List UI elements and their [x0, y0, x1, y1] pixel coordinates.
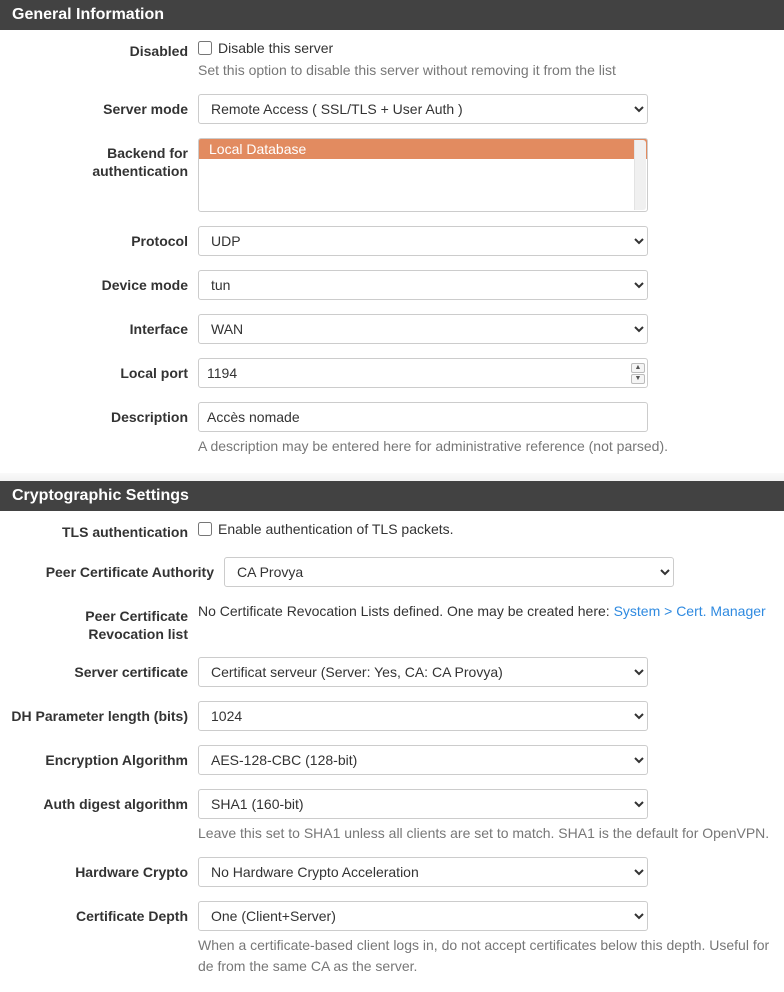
checkbox-tls-auth[interactable]: [198, 522, 212, 536]
listbox-backend-auth[interactable]: Local Database: [198, 138, 648, 212]
local-port-spinners: ▲ ▼: [631, 361, 645, 385]
heading-crypto-settings: Cryptographic Settings: [0, 481, 784, 511]
select-interface[interactable]: WAN: [198, 314, 648, 344]
select-device-mode[interactable]: tun: [198, 270, 648, 300]
panel-body-general: Disabled Disable this server Set this op…: [0, 30, 784, 463]
label-peer-ca: Peer Certificate Authority: [0, 557, 224, 581]
select-cert-depth[interactable]: One (Client+Server): [198, 901, 648, 931]
row-hardware-crypto: Hardware Crypto No Hardware Crypto Accel…: [0, 851, 784, 893]
row-tls-auth: TLS authentication Enable authentication…: [0, 511, 784, 547]
input-local-port[interactable]: [198, 358, 648, 388]
checkbox-label-tls-auth: Enable authentication of TLS packets.: [218, 521, 454, 537]
row-server-mode: Server mode Remote Access ( SSL/TLS + Us…: [0, 88, 784, 130]
row-local-port: Local port ▲ ▼: [0, 352, 784, 394]
label-device-mode: Device mode: [0, 270, 198, 294]
listbox-scrollbar[interactable]: [634, 140, 646, 210]
row-disabled: Disabled Disable this server Set this op…: [0, 30, 784, 86]
row-auth-digest: Auth digest algorithm SHA1 (160-bit) Lea…: [0, 783, 784, 849]
label-local-port: Local port: [0, 358, 198, 382]
row-encryption-algo: Encryption Algorithm AES-128-CBC (128-bi…: [0, 739, 784, 781]
row-dh-length: DH Parameter length (bits) 1024: [0, 695, 784, 737]
label-description: Description: [0, 402, 198, 426]
row-protocol: Protocol UDP: [0, 220, 784, 262]
listbox-option-local-database[interactable]: Local Database: [199, 139, 647, 159]
row-cert-depth: Certificate Depth One (Client+Server) Wh…: [0, 895, 784, 982]
label-auth-digest: Auth digest algorithm: [0, 789, 198, 813]
row-interface: Interface WAN: [0, 308, 784, 350]
label-backend-auth: Backend for authentication: [0, 138, 198, 180]
label-server-mode: Server mode: [0, 94, 198, 118]
checkbox-disable-server[interactable]: [198, 41, 212, 55]
peer-crl-text-before: No Certificate Revocation Lists defined.…: [198, 603, 614, 619]
section-spacer: [0, 473, 784, 481]
row-peer-ca: Peer Certificate Authority CA Provya: [0, 551, 784, 593]
row-peer-crl: Peer Certificate Revocation list No Cert…: [0, 595, 784, 649]
spinner-up-icon[interactable]: ▲: [631, 363, 645, 373]
select-encryption-algo[interactable]: AES-128-CBC (128-bit): [198, 745, 648, 775]
select-auth-digest[interactable]: SHA1 (160-bit): [198, 789, 648, 819]
text-peer-crl: No Certificate Revocation Lists defined.…: [198, 601, 774, 621]
row-backend-auth: Backend for authentication Local Databas…: [0, 132, 784, 218]
help-description: A description may be entered here for ad…: [198, 436, 774, 456]
label-server-cert: Server certificate: [0, 657, 198, 681]
input-description[interactable]: [198, 402, 648, 432]
label-peer-crl: Peer Certificate Revocation list: [0, 601, 198, 643]
panel-crypto-settings: Cryptographic Settings TLS authenticatio…: [0, 481, 784, 982]
label-encryption-algo: Encryption Algorithm: [0, 745, 198, 769]
heading-general-information: General Information: [0, 0, 784, 30]
select-peer-ca[interactable]: CA Provya: [224, 557, 674, 587]
row-device-mode: Device mode tun: [0, 264, 784, 306]
label-cert-depth: Certificate Depth: [0, 901, 198, 925]
panel-body-crypto: TLS authentication Enable authentication…: [0, 511, 784, 982]
select-hardware-crypto[interactable]: No Hardware Crypto Acceleration: [198, 857, 648, 887]
label-interface: Interface: [0, 314, 198, 338]
select-dh-length[interactable]: 1024: [198, 701, 648, 731]
row-description: Description A description may be entered…: [0, 396, 784, 462]
label-dh-length: DH Parameter length (bits): [0, 701, 198, 725]
label-tls-auth: TLS authentication: [0, 517, 198, 541]
label-disabled: Disabled: [0, 36, 198, 60]
panel-general-information: General Information Disabled Disable thi…: [0, 0, 784, 463]
select-server-cert[interactable]: Certificat serveur (Server: Yes, CA: CA …: [198, 657, 648, 687]
select-server-mode[interactable]: Remote Access ( SSL/TLS + User Auth ): [198, 94, 648, 124]
row-server-cert: Server certificate Certificat serveur (S…: [0, 651, 784, 693]
checkbox-label-disable-server: Disable this server: [218, 40, 333, 56]
label-protocol: Protocol: [0, 226, 198, 250]
select-protocol[interactable]: UDP: [198, 226, 648, 256]
link-cert-manager[interactable]: System > Cert. Manager: [614, 603, 766, 619]
help-disabled: Set this option to disable this server w…: [198, 60, 774, 80]
help-auth-digest: Leave this set to SHA1 unless all client…: [198, 823, 774, 843]
label-hardware-crypto: Hardware Crypto: [0, 857, 198, 881]
help-cert-depth: When a certificate-based client logs in,…: [198, 935, 774, 976]
spinner-down-icon[interactable]: ▼: [631, 374, 645, 384]
